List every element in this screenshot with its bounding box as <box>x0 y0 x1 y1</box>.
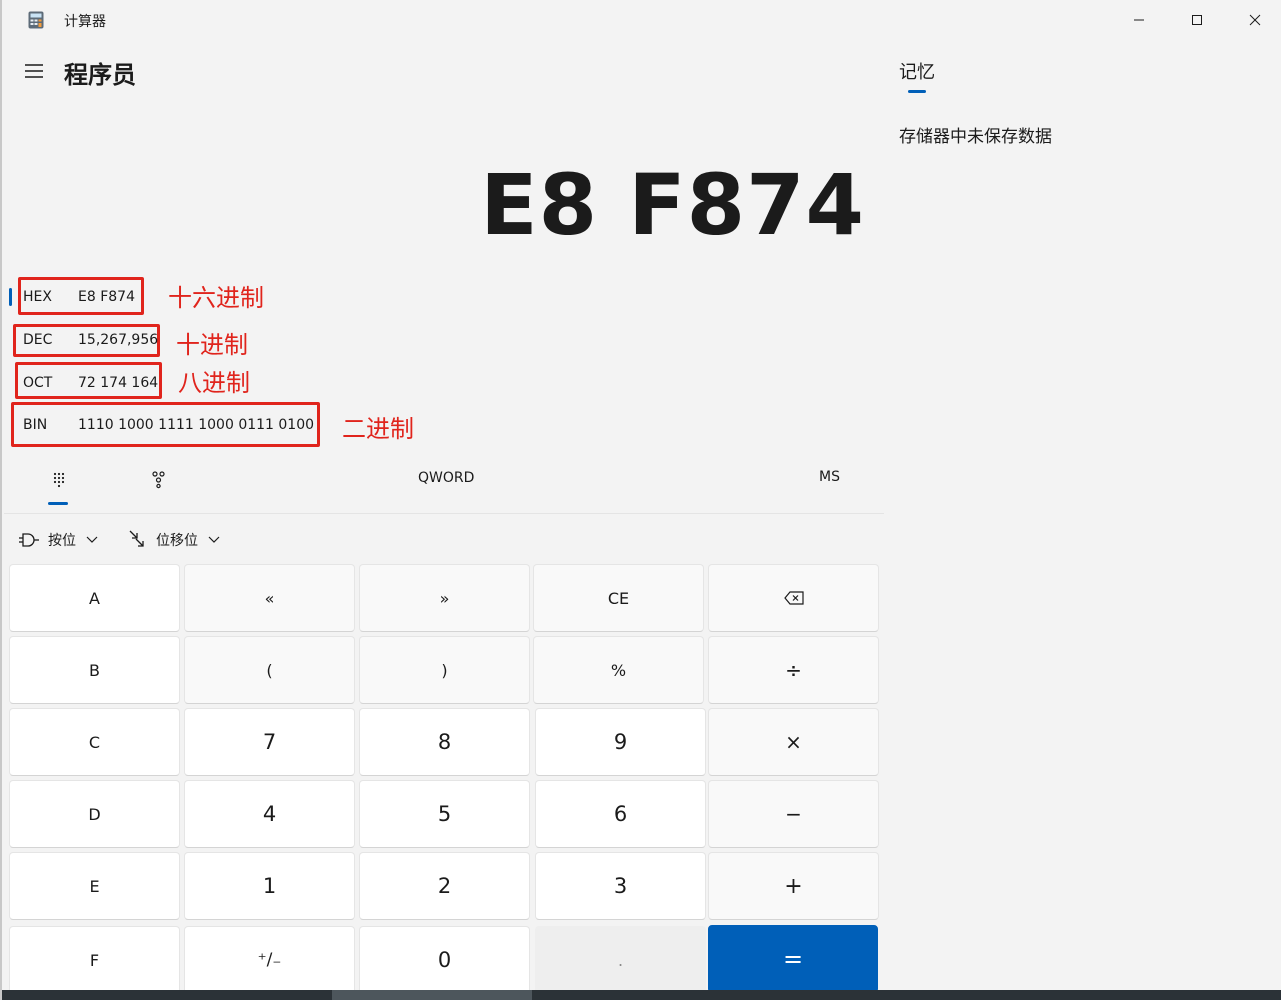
selected-radix-indicator <box>9 288 12 306</box>
hamburger-menu-icon[interactable] <box>24 62 44 80</box>
key-a[interactable]: A <box>9 564 180 632</box>
maximize-button[interactable] <box>1168 0 1226 40</box>
key-8[interactable]: 8 <box>359 708 530 776</box>
key-close-paren[interactable]: ) <box>359 636 530 704</box>
key-5[interactable]: 5 <box>359 780 530 848</box>
minimize-button[interactable] <box>1110 0 1168 40</box>
key-1[interactable]: 1 <box>184 852 355 920</box>
backspace-icon <box>783 591 804 605</box>
radix-label: OCT <box>23 375 53 391</box>
logic-gate-icon <box>19 533 39 547</box>
key-2[interactable]: 2 <box>359 852 530 920</box>
active-tab-underline <box>48 502 68 505</box>
key-equals[interactable]: = <box>708 925 878 993</box>
radix-value: E8 F874 <box>78 289 135 305</box>
close-button[interactable] <box>1226 0 1281 40</box>
main-display: E8 F874 <box>480 156 865 254</box>
radix-value: 72 174 164 <box>78 375 159 391</box>
maximize-icon <box>1192 15 1202 25</box>
memory-store-button[interactable]: MS <box>819 469 840 485</box>
annotation-text-hex: 十六进制 <box>168 284 264 312</box>
title-bar: 计算器 <box>2 0 1281 40</box>
bit-shift-icon <box>129 530 144 547</box>
chevron-down-icon <box>208 536 220 543</box>
key-e[interactable]: E <box>9 852 180 920</box>
bit-toggling-keypad-tab[interactable] <box>148 468 170 490</box>
key-decimal[interactable]: . <box>535 926 706 994</box>
calculator-app-icon <box>28 11 44 29</box>
key-7[interactable]: 7 <box>184 708 355 776</box>
key-subtract[interactable]: − <box>708 780 879 848</box>
radix-value: 15,267,956 <box>78 332 159 348</box>
key-backspace[interactable] <box>708 564 879 632</box>
word-size-button[interactable]: QWORD <box>418 470 474 486</box>
key-c[interactable]: C <box>9 708 180 776</box>
key-b[interactable]: B <box>9 636 180 704</box>
memory-tab-underline <box>908 90 926 93</box>
key-9[interactable]: 9 <box>535 708 706 776</box>
window-title: 计算器 <box>64 14 106 30</box>
close-icon <box>1249 14 1261 26</box>
key-d[interactable]: D <box>9 780 180 848</box>
mode-title: 程序员 <box>64 61 136 89</box>
key-clear-entry[interactable]: CE <box>533 564 704 632</box>
bitwise-dropdown[interactable]: 按位 <box>18 528 98 552</box>
radix-label: DEC <box>23 332 53 348</box>
key-open-paren[interactable]: ( <box>184 636 355 704</box>
radix-label: HEX <box>23 289 52 305</box>
annotation-text-dec: 十进制 <box>176 331 248 359</box>
key-negate[interactable]: ⁺/₋ <box>184 926 355 994</box>
bitshift-label: 位移位 <box>156 533 198 549</box>
memory-tab[interactable]: 记忆 <box>899 58 935 84</box>
key-add[interactable]: + <box>708 852 879 920</box>
key-modulo[interactable]: % <box>533 636 704 704</box>
annotation-text-oct: 八进制 <box>178 369 250 397</box>
radix-label: BIN <box>23 417 48 433</box>
mode-strip: QWORD MS <box>4 458 884 514</box>
key-3[interactable]: 3 <box>535 852 706 920</box>
taskbar <box>2 990 1281 1000</box>
key-0[interactable]: 0 <box>359 926 530 994</box>
minimize-icon <box>1134 19 1144 21</box>
key-divide[interactable]: ÷ <box>708 636 879 704</box>
bit-toggle-icon <box>152 471 165 489</box>
key-6[interactable]: 6 <box>535 780 706 848</box>
calculator-window: 计算器 程序员 E8 F874 HEX E8 F874 十六进制 DEC 15,… <box>0 0 1281 1000</box>
keypad-grid-icon <box>53 472 65 488</box>
bitwise-label: 按位 <box>48 533 76 549</box>
key-multiply[interactable]: × <box>708 708 879 776</box>
memory-empty-message: 存储器中未保存数据 <box>899 127 1052 147</box>
bitshift-dropdown[interactable]: 位移位 <box>128 528 220 552</box>
key-left-shift[interactable]: « <box>184 564 355 632</box>
taskbar-active-segment <box>332 990 532 1000</box>
annotation-text-bin: 二进制 <box>342 415 414 443</box>
key-4[interactable]: 4 <box>184 780 355 848</box>
radix-value: 1110 1000 1111 1000 0111 0100 <box>78 417 315 433</box>
key-f[interactable]: F <box>9 926 180 994</box>
key-right-shift[interactable]: » <box>359 564 530 632</box>
full-keypad-tab[interactable] <box>48 468 74 492</box>
chevron-down-icon <box>86 536 98 543</box>
